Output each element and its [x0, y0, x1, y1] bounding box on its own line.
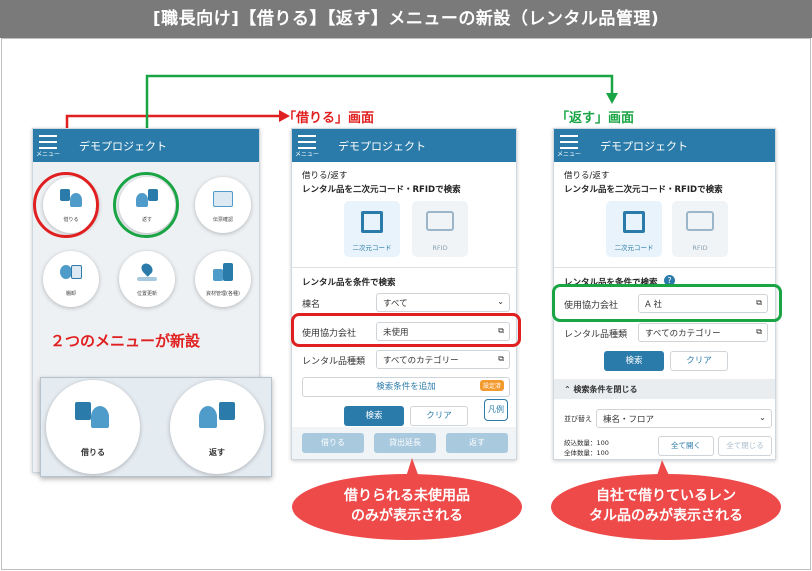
borrow-callout-bubble: 借りられる未使用品 のみが表示される	[292, 474, 522, 540]
return-callout-bubble: 自社で借りているレン タル品のみが表示される	[551, 474, 781, 540]
